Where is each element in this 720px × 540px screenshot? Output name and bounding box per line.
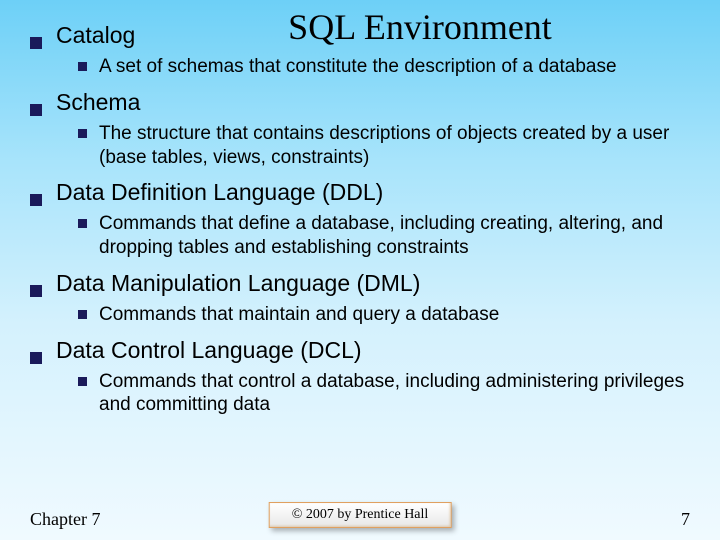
- sub-text: A set of schemas that constitute the des…: [99, 55, 617, 79]
- square-bullet-icon: [78, 219, 87, 228]
- item-label: Catalog: [56, 22, 135, 49]
- bullet-item-schema: Schema: [30, 89, 690, 116]
- slide-footer: Chapter 7 © 2007 by Prentice Hall 7: [0, 509, 720, 530]
- square-bullet-icon: [30, 352, 42, 364]
- square-bullet-icon: [30, 104, 42, 116]
- square-bullet-icon: [30, 285, 42, 297]
- slide-content: SQL Environment Catalog A set of schemas…: [0, 0, 720, 417]
- footer-copyright: © 2007 by Prentice Hall: [269, 502, 452, 528]
- bullet-item-ddl: Data Definition Language (DDL): [30, 179, 690, 206]
- sub-text: Commands that define a database, includi…: [99, 212, 690, 260]
- square-bullet-icon: [30, 194, 42, 206]
- sub-item: The structure that contains descriptions…: [78, 122, 690, 170]
- square-bullet-icon: [30, 37, 42, 49]
- square-bullet-icon: [78, 62, 87, 71]
- item-label: Data Control Language (DCL): [56, 337, 362, 364]
- bullet-item-dcl: Data Control Language (DCL): [30, 337, 690, 364]
- sub-item: Commands that maintain and query a datab…: [78, 303, 690, 327]
- item-label: Data Manipulation Language (DML): [56, 270, 420, 297]
- square-bullet-icon: [78, 310, 87, 319]
- sub-item: Commands that define a database, includi…: [78, 212, 690, 260]
- sub-text: Commands that control a database, includ…: [99, 370, 690, 418]
- sub-text: Commands that maintain and query a datab…: [99, 303, 499, 327]
- footer-chapter: Chapter 7: [30, 509, 100, 530]
- sub-text: The structure that contains descriptions…: [99, 122, 690, 170]
- square-bullet-icon: [78, 129, 87, 138]
- footer-page-number: 7: [681, 509, 690, 530]
- bullet-item-dml: Data Manipulation Language (DML): [30, 270, 690, 297]
- item-label: Schema: [56, 89, 140, 116]
- item-label: Data Definition Language (DDL): [56, 179, 383, 206]
- square-bullet-icon: [78, 377, 87, 386]
- sub-item: A set of schemas that constitute the des…: [78, 55, 690, 79]
- sub-item: Commands that control a database, includ…: [78, 370, 690, 418]
